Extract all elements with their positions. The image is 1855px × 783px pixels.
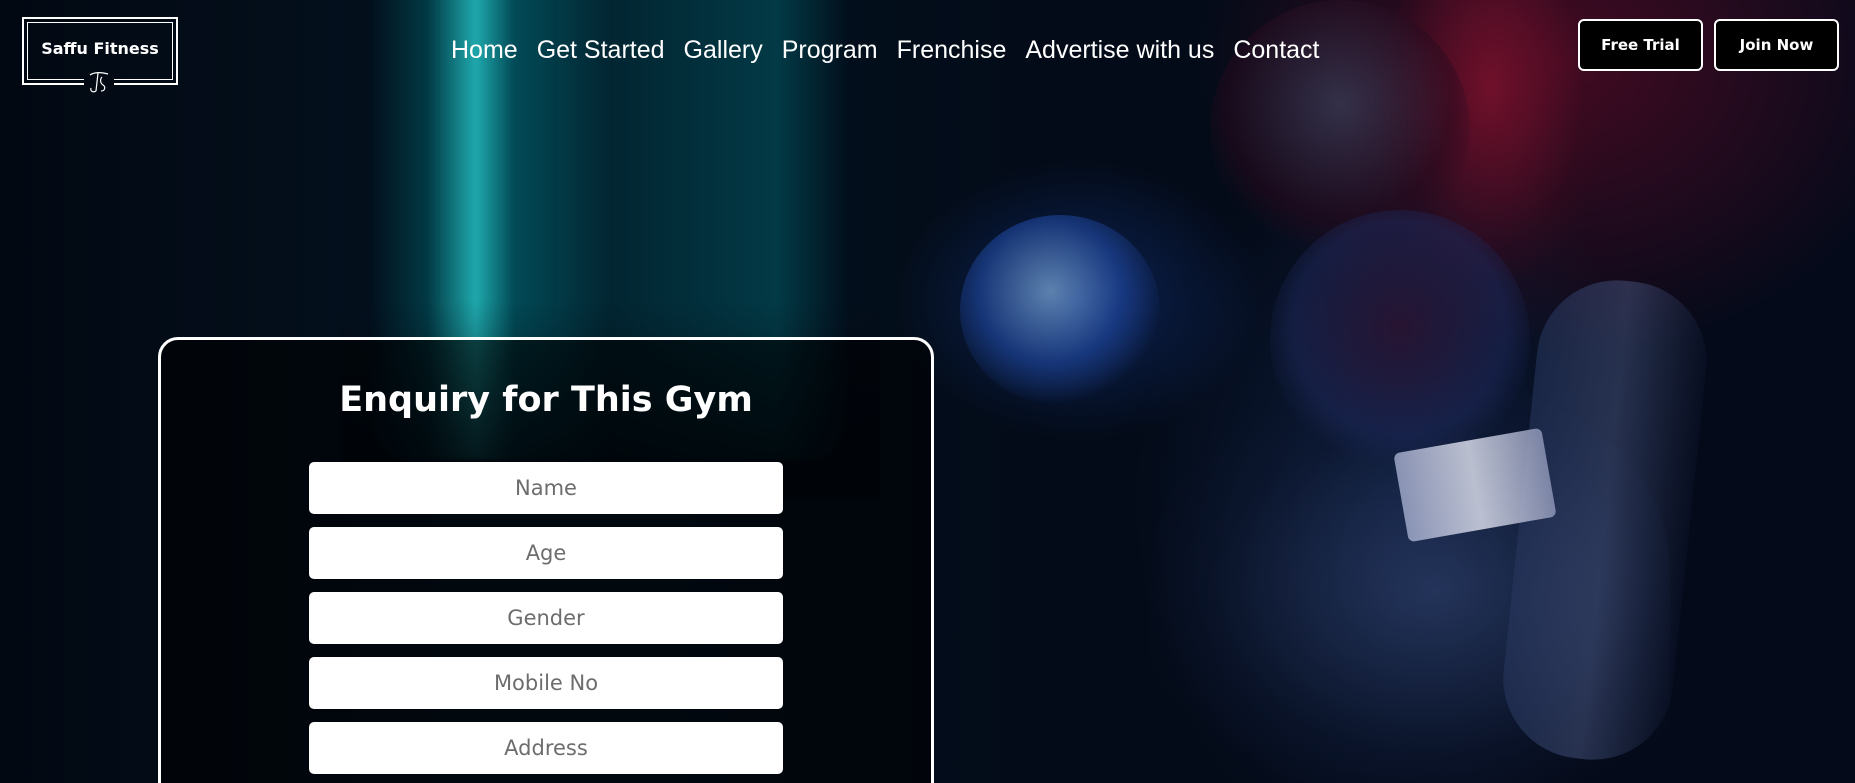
age-input[interactable] — [309, 527, 783, 579]
enquiry-form: Enquiry for This Gym — [158, 337, 934, 783]
join-now-button[interactable]: Join Now — [1714, 19, 1839, 71]
gender-input[interactable] — [309, 592, 783, 644]
logo-text: Saffu Fitness — [41, 39, 159, 58]
nav-advertise[interactable]: Advertise with us — [1025, 36, 1214, 65]
site-logo[interactable]: Saffu Fitness — [22, 17, 178, 95]
logo-monogram-icon — [84, 69, 114, 95]
boxing-glove-right-image — [1270, 210, 1530, 470]
page: Saffu Fitness Home Get Started Gallery P… — [0, 0, 1855, 783]
name-input[interactable] — [309, 462, 783, 514]
enquiry-title: Enquiry for This Gym — [339, 380, 753, 420]
main-nav: Home Get Started Gallery Program Frenchi… — [451, 30, 1320, 70]
nav-franchise[interactable]: Frenchise — [897, 36, 1007, 65]
address-input[interactable] — [309, 722, 783, 774]
nav-home[interactable]: Home — [451, 36, 518, 65]
free-trial-button[interactable]: Free Trial — [1578, 19, 1703, 71]
mobile-input[interactable] — [309, 657, 783, 709]
nav-gallery[interactable]: Gallery — [684, 36, 763, 65]
nav-contact[interactable]: Contact — [1233, 36, 1319, 65]
nav-program[interactable]: Program — [782, 36, 878, 65]
boxing-glove-left-image — [960, 215, 1160, 405]
nav-get-started[interactable]: Get Started — [537, 36, 665, 65]
